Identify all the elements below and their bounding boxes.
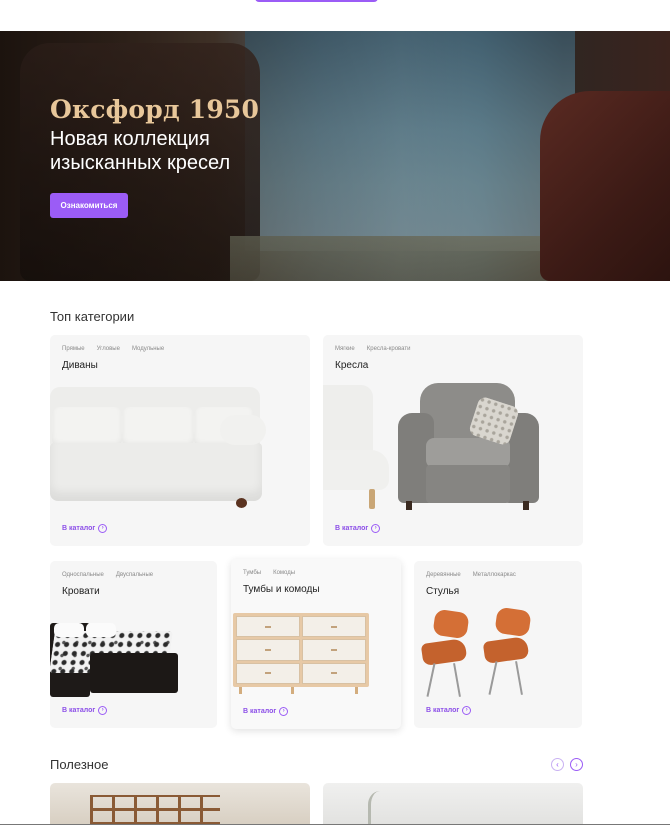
arrow-right-icon: › bbox=[98, 706, 108, 715]
category-title[interactable]: Диваны bbox=[62, 360, 98, 371]
category-tags: Тумбы Комоды bbox=[243, 570, 295, 576]
tag-link[interactable]: Мягкие bbox=[335, 346, 355, 352]
category-card-chairs[interactable]: Деревянные Металлокаркас Стулья В катало… bbox=[414, 561, 582, 728]
category-card-armchairs[interactable]: Мягкие Кресла-кровати Кресла В каталог › bbox=[323, 335, 583, 546]
categories-section-title: Топ категории bbox=[50, 309, 135, 324]
category-title[interactable]: Кровати bbox=[62, 586, 100, 597]
top-bar bbox=[0, 0, 670, 31]
useful-card-image[interactable] bbox=[323, 783, 583, 825]
tag-link[interactable]: Угловые bbox=[97, 346, 120, 352]
catalog-link[interactable]: В каталог › bbox=[335, 524, 381, 533]
arrow-right-icon: › bbox=[371, 524, 381, 533]
catalog-link[interactable]: В каталог › bbox=[426, 706, 472, 715]
bookshelf-image bbox=[90, 795, 220, 825]
category-card-beds[interactable]: Односпальные Двуспальные Кровати В катал… bbox=[50, 561, 217, 728]
hero-title: Оксфорд 1950 bbox=[50, 95, 260, 124]
tag-link[interactable]: Односпальные bbox=[62, 572, 104, 578]
tag-link[interactable]: Деревянные bbox=[426, 572, 461, 578]
hero-banner: Оксфорд 1950 Новая коллекция изысканных … bbox=[0, 31, 670, 281]
useful-section-title: Полезное bbox=[50, 757, 109, 772]
catalog-link[interactable]: В каталог › bbox=[62, 524, 108, 533]
category-title[interactable]: Кресла bbox=[335, 360, 368, 371]
tag-link[interactable]: Прямые bbox=[62, 346, 85, 352]
category-title[interactable]: Тумбы и комоды bbox=[243, 584, 320, 595]
tag-link[interactable]: Модульные bbox=[132, 346, 164, 352]
useful-card-image[interactable] bbox=[50, 783, 310, 825]
hero-cta-button[interactable]: Ознакомиться bbox=[50, 193, 128, 218]
tag-link[interactable]: Кресла-кровати bbox=[367, 346, 411, 352]
category-tags: Мягкие Кресла-кровати bbox=[335, 346, 410, 352]
catalog-link[interactable]: В каталог › bbox=[243, 707, 289, 716]
category-title[interactable]: Стулья bbox=[426, 586, 459, 597]
category-card-sofas[interactable]: Прямые Угловые Модульные Диваны В катало… bbox=[50, 335, 310, 546]
category-tags: Прямые Угловые Модульные bbox=[62, 346, 164, 352]
arrow-right-icon: › bbox=[279, 707, 289, 716]
catalog-link[interactable]: В каталог › bbox=[62, 706, 108, 715]
header-button-edge[interactable] bbox=[255, 0, 378, 2]
tag-link[interactable]: Тумбы bbox=[243, 570, 261, 576]
tag-link[interactable]: Металлокаркас bbox=[473, 572, 516, 578]
arrow-right-icon: › bbox=[98, 524, 108, 533]
arrow-right-icon: › bbox=[462, 706, 472, 715]
plant-image bbox=[368, 791, 398, 825]
tag-link[interactable]: Двуспальные bbox=[116, 572, 153, 578]
hero-subtitle: Новая коллекция изысканных кресел bbox=[50, 128, 231, 174]
tag-link[interactable]: Комоды bbox=[273, 570, 295, 576]
chevron-right-icon[interactable]: › bbox=[570, 758, 583, 771]
category-tags: Деревянные Металлокаркас bbox=[426, 572, 516, 578]
category-tags: Односпальные Двуспальные bbox=[62, 572, 153, 578]
category-card-dressers[interactable]: Тумбы Комоды Тумбы и комоды В каталог › bbox=[231, 559, 401, 729]
chevron-left-icon[interactable]: ‹ bbox=[551, 758, 564, 771]
